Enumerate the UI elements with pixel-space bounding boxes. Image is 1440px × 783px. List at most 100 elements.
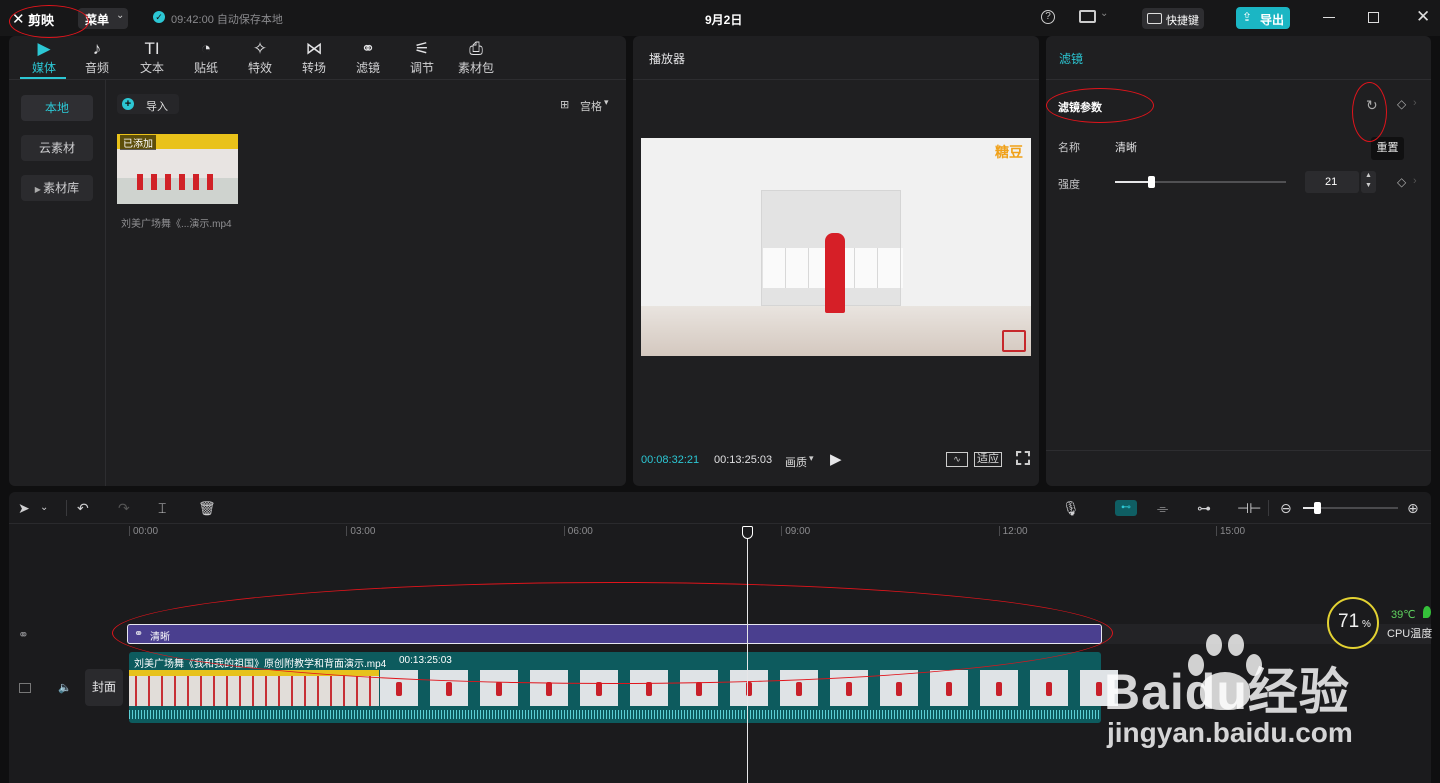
video-frame-thumbnail	[830, 670, 868, 706]
keyframe-next-icon[interactable]: ›	[1413, 97, 1417, 109]
strength-slider-fill	[1115, 181, 1151, 183]
baidu-watermark-brand: Baidu经验	[1104, 664, 1350, 720]
tab-label: 贴纸	[193, 61, 218, 75]
waveform-icon[interactable]: ∿	[946, 452, 968, 467]
zoom-in-icon[interactable]: ⊕	[1407, 499, 1419, 517]
main-track-magnet-icon[interactable]: ⊷	[1115, 500, 1137, 516]
split-icon[interactable]: ⌶	[158, 499, 166, 517]
audio-speaker-icon[interactable]: 🔈	[58, 681, 72, 694]
tab-label: 媒体	[31, 61, 56, 75]
tab-sticker[interactable]: ◔ 贴纸	[181, 38, 231, 76]
layout-icon[interactable]	[1079, 10, 1096, 23]
keyframe-diamond-icon[interactable]: ◇	[1397, 97, 1406, 111]
ruler-label: 06:00	[567, 526, 593, 537]
grid-view-icon[interactable]: ⊞	[560, 98, 569, 111]
audio-icon: ♪	[92, 39, 102, 58]
media-tab-underline	[20, 77, 66, 79]
filter-clip[interactable]: ⚭ 清晰	[127, 624, 1102, 644]
tab-text[interactable]: TI 文本	[127, 38, 177, 76]
package-icon: ⎙	[469, 39, 483, 58]
microphone-icon[interactable]: 🎙	[1062, 499, 1080, 517]
cover-button[interactable]: 封面	[85, 669, 123, 706]
strength-label: 强度	[1058, 179, 1080, 191]
video-frame-thumbnail	[780, 670, 818, 706]
zoom-slider[interactable]	[1303, 502, 1398, 514]
shortcut-button[interactable]: 快捷键	[1142, 8, 1204, 29]
autosave-status: 09:42:00 自动保存本地	[171, 14, 283, 26]
play-icon[interactable]: ▶	[830, 450, 842, 468]
tab-filter[interactable]: ⚭ 滤镜	[343, 38, 393, 76]
redo-icon[interactable]: ↷	[118, 499, 130, 517]
text-icon: TI	[144, 39, 160, 58]
media-clip-filename: 刘美广场舞《...演示.mp4	[121, 219, 232, 230]
player-video-frame: 糖豆	[641, 138, 1031, 356]
app-logo-text: 剪映	[28, 13, 55, 28]
strength-slider[interactable]	[1115, 176, 1286, 188]
sidebar-item-local[interactable]: 本地	[21, 95, 93, 121]
playhead-line	[747, 533, 748, 783]
video-frame-thumbnail	[430, 670, 468, 706]
zoom-slider-knob[interactable]	[1314, 502, 1321, 514]
inspector-tab-filter[interactable]: 滤镜	[1059, 50, 1083, 67]
media-clip-thumbnail[interactable]: 已添加	[117, 134, 238, 204]
sidebar-item-cloud[interactable]: 云素材	[21, 135, 93, 161]
video-clip-audio-waveform	[129, 710, 1101, 719]
timeline-toolbar-divider	[9, 523, 1431, 524]
view-chevron-down-icon[interactable]: ▾	[604, 97, 609, 108]
tab-label: 素材包	[457, 61, 494, 75]
keyboard-icon	[1147, 13, 1162, 24]
video-watermark: 糖豆	[995, 144, 1023, 160]
delete-icon[interactable]: 🗑	[198, 499, 216, 517]
quality-dropdown[interactable]: 画质	[785, 454, 807, 470]
filter-clip-icon: ⚭	[134, 628, 144, 640]
sidebar-item-library[interactable]: ▶ 素材库	[21, 175, 93, 201]
layout-chevron-down-icon[interactable]: ⌄	[1100, 8, 1108, 19]
tab-label: 转场	[301, 61, 326, 75]
tab-label: 调节	[409, 61, 434, 75]
minimize-icon[interactable]	[1323, 17, 1335, 18]
tab-adjust[interactable]: ⚟ 调节	[397, 38, 447, 76]
video-clip-duration: 00:13:25:03	[399, 655, 452, 666]
playhead-handle[interactable]	[742, 526, 753, 539]
filter-params-title: 滤镜参数	[1058, 102, 1102, 114]
help-icon[interactable]: ?	[1041, 10, 1055, 24]
zoom-out-icon[interactable]: ⊖	[1280, 499, 1292, 517]
undo-icon[interactable]: ↶	[77, 499, 89, 517]
select-cursor-icon[interactable]: ➤	[18, 499, 30, 517]
auto-snap-icon[interactable]: ⌯	[1157, 499, 1168, 517]
strength-keyframe-diamond-icon[interactable]: ◇	[1397, 175, 1406, 189]
strength-keyframe-next-icon[interactable]: ›	[1413, 175, 1417, 187]
ruler-tick	[781, 526, 783, 536]
project-title: 9月2日	[705, 13, 743, 27]
tab-media[interactable]: ▶ 媒体	[19, 38, 69, 76]
video-seal-stamp	[1002, 330, 1026, 352]
tab-label: 滤镜	[355, 61, 380, 75]
video-clip-first-frames-banner	[129, 670, 379, 676]
player-header-divider	[633, 79, 1039, 80]
sticker-icon: ◔	[200, 39, 212, 58]
link-icon[interactable]: ⊶	[1197, 499, 1211, 517]
tab-package[interactable]: ⎙ 素材包	[451, 38, 501, 76]
fullscreen-icon[interactable]	[1016, 451, 1030, 465]
ruler-tick	[998, 526, 1000, 536]
export-button[interactable]: ⇪ 导出	[1236, 7, 1290, 29]
select-chevron-down-icon[interactable]: ⌄	[40, 499, 48, 517]
plus-icon: +	[122, 98, 134, 110]
view-mode-label[interactable]: 宫格	[580, 98, 602, 114]
tab-effects[interactable]: ✧ 特效	[235, 38, 285, 76]
close-icon[interactable]: ✕	[1416, 7, 1430, 27]
tab-transition[interactable]: ⋈ 转场	[289, 38, 339, 76]
quality-chevron-down-icon[interactable]: ▾	[809, 453, 814, 464]
tab-audio[interactable]: ♪ 音频	[72, 38, 122, 76]
strength-stepper[interactable]: ▲ ▼	[1361, 171, 1376, 193]
fit-ratio-button[interactable]: 适应	[974, 452, 1002, 467]
video-dancer	[825, 233, 845, 313]
menu-button[interactable]: 菜单 ⌄	[78, 8, 128, 29]
strength-input[interactable]: 21	[1305, 171, 1359, 193]
strength-slider-knob[interactable]	[1147, 176, 1155, 188]
reset-icon[interactable]: ↻	[1366, 97, 1378, 114]
import-button[interactable]: + 导入	[117, 94, 179, 114]
top-bar: ✕ 剪映 菜单 ⌄ ✓ 09:42:00 自动保存本地 9月2日 ? ⌄ 快捷键…	[0, 0, 1440, 36]
preview-axis-icon[interactable]: ⊣⊢	[1237, 499, 1261, 517]
maximize-icon[interactable]	[1368, 12, 1379, 23]
